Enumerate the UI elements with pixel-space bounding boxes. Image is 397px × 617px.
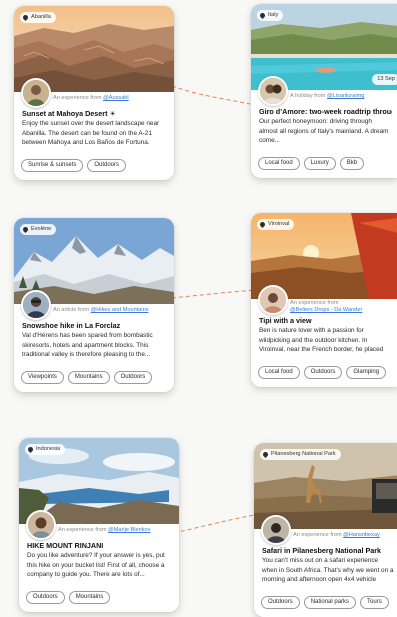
- location-pin-icon: [258, 11, 267, 20]
- card-title[interactable]: Safari in Pilanesberg National Park: [262, 546, 395, 555]
- location-badge: Abanilla: [20, 12, 56, 23]
- tag-chip[interactable]: Mountains: [67, 371, 110, 384]
- connector-line-1: [171, 85, 251, 105]
- author-avatar[interactable]: [26, 510, 56, 540]
- tag-chip[interactable]: Mountains: [68, 591, 111, 604]
- tag-chip[interactable]: Tours: [360, 596, 389, 609]
- tag-chip[interactable]: Bkb: [339, 157, 365, 170]
- tag-list: Viewpoints Mountains Outdoors: [21, 371, 174, 384]
- tag-list: Local food Luxury Bkb: [258, 157, 397, 170]
- card-title[interactable]: Tipi with a view: [259, 316, 392, 325]
- experience-card-pilanesberg[interactable]: Pilanesberg National Park An experience …: [254, 443, 397, 617]
- experience-card-indonesia[interactable]: Indonesia An experience from @Marije Ble…: [19, 438, 179, 612]
- tag-chip[interactable]: Local food: [258, 366, 300, 379]
- author-avatar[interactable]: [258, 285, 288, 315]
- experience-card-italy[interactable]: Italy 13 Sep A holiday from @Lisanluraim…: [251, 4, 397, 178]
- date-badge: 13 Sep: [372, 74, 397, 85]
- card-title[interactable]: Giro d’Amore: two-week roadtrip through …: [259, 107, 392, 116]
- location-badge: Indonesia: [25, 444, 66, 455]
- card-description: You can't miss out on a safari experienc…: [262, 557, 394, 584]
- author-link[interactable]: @Lisanluraimg: [327, 93, 364, 99]
- tag-list: Local food Outdoors Glamping: [258, 366, 397, 379]
- tag-list: Outdoors National parks Tours: [261, 596, 397, 609]
- card-description: Do you like adventure? If your answer is…: [27, 552, 165, 579]
- byline: An experience from @Hansnbexay: [293, 532, 380, 538]
- tag-list: Outdoors Mountains: [26, 591, 179, 604]
- card-description: Enjoy the sunset over the desert landsca…: [22, 120, 160, 147]
- location-pin-icon: [26, 445, 35, 454]
- byline: An experience from @Marije Blenkov: [58, 527, 151, 533]
- card-description: Val d'Hérens has been spared from bombas…: [22, 332, 153, 359]
- location-pin-icon: [261, 450, 270, 459]
- tag-chip[interactable]: National parks: [303, 596, 357, 609]
- card-title[interactable]: Sunset at Mahoya Desert ☀: [22, 109, 168, 119]
- location-pin-icon: [21, 13, 30, 22]
- location-pin-icon: [258, 220, 267, 229]
- tag-list: Sunrise & sunsets Outdoors: [21, 159, 174, 172]
- card-description: Our perfect honeymoon: driving through a…: [259, 118, 389, 145]
- card-description: Ben is nature lover with a passion for w…: [259, 327, 384, 354]
- tag-chip[interactable]: Viewpoints: [21, 371, 64, 384]
- author-avatar[interactable]: [21, 290, 51, 320]
- tag-chip[interactable]: Outdoors: [26, 591, 65, 604]
- location-badge: Italy: [257, 10, 284, 21]
- experience-card-abanilla[interactable]: Abanilla An experience from @Aussabl Sun…: [14, 6, 174, 180]
- location-badge: Viroinval: [257, 219, 295, 230]
- tag-chip[interactable]: Luxury: [303, 157, 336, 170]
- byline: An article from @Hikes and Mountains: [53, 307, 149, 313]
- location-badge: Evolène: [20, 224, 57, 235]
- tag-chip[interactable]: Outdoors: [261, 596, 300, 609]
- author-link[interactable]: @Aussabl: [103, 95, 129, 101]
- tag-chip[interactable]: Sunrise & sunsets: [21, 159, 84, 172]
- author-link[interactable]: @Marije Blenkov: [108, 527, 150, 533]
- location-badge: Pilanesberg National Park: [260, 449, 341, 460]
- byline: A holiday from @Lisanluraimg: [290, 93, 365, 99]
- author-link[interactable]: @Hansnbexay: [343, 532, 380, 538]
- sunset-emoji-icon: ☀: [109, 111, 116, 118]
- tag-chip[interactable]: Outdoors: [87, 159, 127, 172]
- author-avatar[interactable]: [258, 76, 288, 106]
- author-avatar[interactable]: [261, 515, 291, 545]
- tag-chip[interactable]: Outdoors: [303, 366, 343, 379]
- experience-card-evolene[interactable]: Evolène An article from @Hikes and Mount…: [14, 218, 174, 392]
- card-title[interactable]: Snowshoe hike in La Forclaz: [22, 321, 168, 330]
- author-avatar[interactable]: [21, 78, 51, 108]
- tag-chip[interactable]: Outdoors: [113, 371, 153, 384]
- tag-chip[interactable]: Glamping: [346, 366, 387, 379]
- author-link[interactable]: @Hikes and Mountains: [91, 307, 149, 313]
- connector-line-2: [171, 289, 257, 299]
- experience-card-viroinval[interactable]: Viroinval An experience from @Beliers Dro…: [251, 213, 397, 387]
- byline: An experience from @Aussabl: [53, 95, 129, 101]
- byline: An experience from @Beliers Drops - Da Wa…: [290, 300, 363, 313]
- connector-line-3: [173, 514, 255, 534]
- author-link[interactable]: @Beliers Drops - Da Wander: [290, 307, 362, 313]
- tag-chip[interactable]: Local food: [258, 157, 300, 170]
- card-title[interactable]: HIKE MOUNT RINJANI: [27, 541, 173, 550]
- location-pin-icon: [21, 225, 30, 234]
